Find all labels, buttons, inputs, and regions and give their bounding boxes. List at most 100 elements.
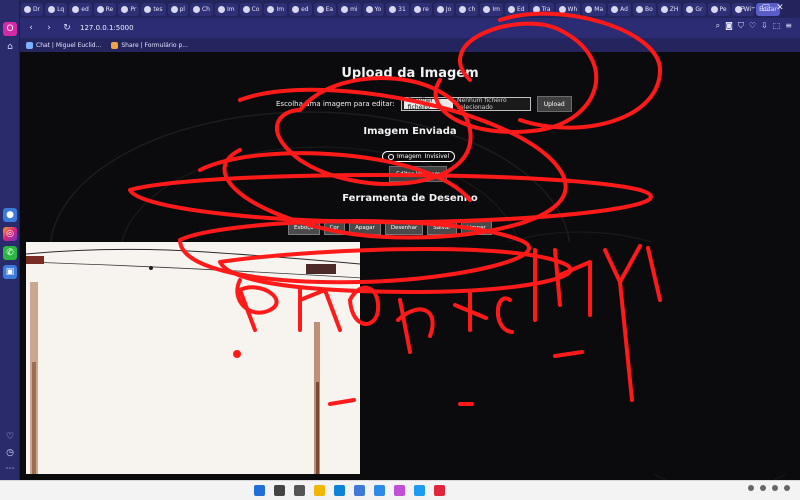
no-file-text: Nenhum ficheiro selecionado xyxy=(457,97,507,111)
edge-icon[interactable] xyxy=(334,485,345,496)
file-input[interactable]: Escolher ficheiro Nenhum ficheiro seleci… xyxy=(400,97,531,111)
menu-icon[interactable]: ≡ xyxy=(785,21,792,31)
window-controls: ⌕ – ▢ ✕ xyxy=(740,3,796,13)
tab-favicon-icon xyxy=(585,5,593,13)
maximize-icon[interactable]: ▢ xyxy=(762,3,771,13)
battery-icon[interactable] xyxy=(784,485,790,491)
tab-favicon-icon xyxy=(365,5,373,13)
history-icon[interactable]: ◷ xyxy=(3,446,17,460)
reload-icon[interactable]: ↻ xyxy=(60,21,74,35)
download-icon[interactable]: ⇩ xyxy=(761,21,768,31)
canvas-image xyxy=(26,242,360,474)
browser-tab[interactable]: Ma xyxy=(582,2,607,16)
extensions-icon[interactable]: ⬚ xyxy=(773,21,781,31)
browser-tab[interactable]: Re xyxy=(93,2,117,16)
upload-button[interactable]: Upload xyxy=(536,96,572,112)
url-field[interactable]: 127.0.0.1:5000 xyxy=(80,24,134,32)
choose-file-button[interactable]: Escolher ficheiro xyxy=(403,97,454,111)
photos-icon[interactable] xyxy=(394,485,405,496)
tab-label: Pr xyxy=(130,5,137,13)
opera-logo-icon[interactable]: O xyxy=(3,22,17,36)
opera-icon[interactable] xyxy=(434,485,445,496)
search-icon[interactable] xyxy=(274,485,285,496)
browser-tab[interactable]: 31 xyxy=(386,2,409,16)
browser-tab[interactable]: pl xyxy=(167,2,188,16)
files-icon[interactable] xyxy=(314,485,325,496)
visibility-toggle[interactable]: Imagem Invisivel xyxy=(382,151,456,162)
browser-tab[interactable]: ZH xyxy=(657,2,682,16)
back-icon[interactable]: ‹ xyxy=(24,21,38,35)
edit-row: Editar Imagem xyxy=(389,166,448,182)
more-icon[interactable]: ⋯ xyxy=(3,462,17,476)
browser-tab[interactable]: Ea xyxy=(313,2,337,16)
browser-tab[interactable]: Jo xyxy=(433,2,455,16)
camera-icon[interactable]: ◙ xyxy=(725,21,733,31)
browser-tab[interactable]: Wh xyxy=(555,2,581,16)
browser-tab[interactable]: Co xyxy=(239,2,263,16)
zoom-icon[interactable]: ⌕ xyxy=(716,21,720,31)
tab-favicon-icon xyxy=(686,5,694,13)
browser-tab[interactable]: Im xyxy=(480,2,503,16)
tab-label: ed xyxy=(301,5,309,13)
store-icon[interactable] xyxy=(354,485,365,496)
bookmark-label: Chat | Miguel Euclid... xyxy=(36,41,102,49)
volume-icon[interactable] xyxy=(772,485,778,491)
browser-tab[interactable]: Dr xyxy=(21,2,44,16)
search-tabs-icon[interactable]: ⌕ xyxy=(740,3,745,13)
tab-favicon-icon xyxy=(611,5,619,13)
browser-tab[interactable]: Ch xyxy=(189,2,213,16)
browser-tab[interactable]: Tra xyxy=(529,2,554,16)
browser-tab[interactable]: Ad xyxy=(608,2,631,16)
browser-tab[interactable]: Bo xyxy=(632,2,656,16)
browser-tab[interactable]: mi xyxy=(338,2,361,16)
mail-icon[interactable] xyxy=(374,485,385,496)
browser-tab[interactable]: ch xyxy=(456,2,479,16)
heart-icon[interactable]: ♡ xyxy=(3,430,17,444)
upload-title: Upload da Imagem xyxy=(341,66,479,81)
extension-icon[interactable]: ▣ xyxy=(3,265,17,279)
tab-favicon-icon xyxy=(292,5,300,13)
tab-label: Bo xyxy=(644,5,653,13)
browser-tab[interactable]: tes xyxy=(141,2,166,16)
taskbar xyxy=(0,480,800,500)
wifi-icon[interactable] xyxy=(760,485,766,491)
browser-tab[interactable]: ed xyxy=(289,2,312,16)
drawing-tool-title: Ferramenta de Desenho xyxy=(342,193,478,204)
minimize-icon[interactable]: – xyxy=(751,3,756,13)
browser-tab[interactable]: re xyxy=(410,2,432,16)
home-icon[interactable]: ⌂ xyxy=(3,40,17,54)
close-icon[interactable]: ✕ xyxy=(776,3,784,13)
instagram-icon[interactable]: ◎ xyxy=(3,227,17,241)
forward-icon[interactable]: › xyxy=(42,21,56,35)
tool-sketch[interactable]: Esboço xyxy=(288,220,320,235)
heart-icon[interactable]: ♡ xyxy=(749,21,756,31)
whatsapp-icon[interactable]: ✆ xyxy=(3,246,17,260)
edit-image-button[interactable]: Editar Imagem xyxy=(389,166,448,182)
drawing-canvas[interactable] xyxy=(26,242,360,474)
bookmark-chat[interactable]: Chat | Miguel Euclid... xyxy=(26,41,102,49)
tool-draw[interactable]: Desenhar xyxy=(384,220,424,235)
tool-clear[interactable]: Limpar xyxy=(460,220,492,235)
bookmark-share[interactable]: Share | Formulário p... xyxy=(111,41,188,49)
browser-tab[interactable]: Gr xyxy=(683,2,706,16)
browser-tab[interactable]: Pe xyxy=(707,2,730,16)
browser-tab[interactable]: Pr xyxy=(118,2,140,16)
browser-tab[interactable]: Im xyxy=(264,2,288,16)
tool-erase[interactable]: Apagar xyxy=(349,220,381,235)
tab-favicon-icon xyxy=(170,5,178,13)
browser-tab[interactable]: Yo xyxy=(362,2,385,16)
browser-tab[interactable]: Im xyxy=(214,2,238,16)
chevron-up-icon[interactable] xyxy=(748,485,754,491)
tab-label: ed xyxy=(81,5,89,13)
windows-start-icon[interactable] xyxy=(254,485,265,496)
page-content: Upload da Imagem Escolha uma imagem para… xyxy=(20,52,800,480)
tool-color[interactable]: Cor xyxy=(323,220,346,235)
messenger-icon[interactable]: ● xyxy=(3,208,17,222)
task-view-icon[interactable] xyxy=(294,485,305,496)
vscode-icon[interactable] xyxy=(414,485,425,496)
browser-tab[interactable]: ed xyxy=(69,2,92,16)
shield-icon[interactable]: ⛉ xyxy=(738,21,744,31)
browser-tab[interactable]: Lq xyxy=(45,2,68,16)
browser-tab[interactable]: Ed xyxy=(505,2,528,16)
tool-save[interactable]: Salvar xyxy=(427,220,457,235)
